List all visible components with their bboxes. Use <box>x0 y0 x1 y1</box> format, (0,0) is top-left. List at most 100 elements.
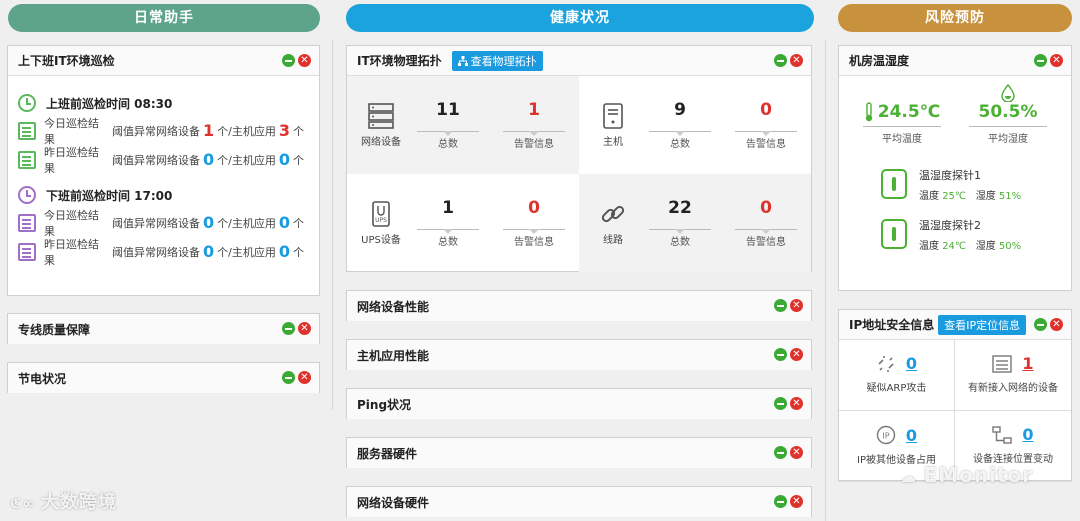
abnormal-network-count[interactable]: 0 <box>203 150 214 169</box>
risk-column: 风险预防 <box>830 0 1080 32</box>
network-hardware-panel[interactable]: 网络设备硬件 ✕ <box>346 486 812 517</box>
daily-assistant-column: 日常助手 <box>0 0 328 32</box>
clock-icon <box>18 186 36 204</box>
abnormal-app-count[interactable]: 0 <box>279 150 290 169</box>
close-icon[interactable]: ✕ <box>298 371 311 384</box>
link-icon <box>601 205 625 222</box>
topology-panel-header: IT环境物理拓扑 查看物理拓扑 ✕ <box>347 46 811 76</box>
probe-1[interactable]: 温湿度探针1 温度 25℃ 湿度 51% <box>839 159 1071 209</box>
close-icon[interactable]: ✕ <box>790 495 803 508</box>
watermark-right: ☁ EMonitor <box>900 463 1034 487</box>
evening-today-result: 今日巡检结果 阈值异常网络设备 0 个/主机应用 0 个 <box>18 208 309 238</box>
clock-icon <box>18 94 36 112</box>
host-app-performance-panel[interactable]: 主机应用性能 ✕ <box>346 339 812 370</box>
ip-security-header: IP地址安全信息 查看IP定位信息 ✕ <box>839 310 1071 340</box>
ups-icon: UPS <box>372 200 390 227</box>
close-icon[interactable]: ✕ <box>790 54 803 67</box>
abnormal-network-count[interactable]: 0 <box>203 242 214 261</box>
ip-security-panel: IP地址安全信息 查看IP定位信息 ✕ 0 疑似ARP攻击 1 有新接入网络的设… <box>838 309 1072 482</box>
network-performance-panel[interactable]: 网络设备性能 ✕ <box>346 290 812 321</box>
abnormal-app-count[interactable]: 3 <box>279 121 290 140</box>
morning-inspection-title: 上班前巡检时间 08:30 <box>18 90 309 116</box>
minimize-icon[interactable] <box>1034 54 1047 67</box>
thermometer-icon <box>865 102 872 122</box>
abnormal-network-count[interactable]: 0 <box>203 213 214 232</box>
panel-title: 主机应用性能 <box>357 348 430 363</box>
host-icon <box>603 102 623 129</box>
minimize-icon[interactable] <box>282 371 295 384</box>
panel-title: 网络设备硬件 <box>357 495 430 510</box>
evening-yesterday-result: 昨日巡检结果 阈值异常网络设备 0 个/主机应用 0 个 <box>18 237 309 267</box>
close-icon[interactable]: ✕ <box>298 54 311 67</box>
water-drop-icon <box>1001 83 1015 103</box>
minimize-icon[interactable] <box>774 54 787 67</box>
abnormal-app-count[interactable]: 0 <box>279 242 290 261</box>
server-hardware-panel[interactable]: 服务器硬件 ✕ <box>346 437 812 468</box>
evening-inspection-title: 下班前巡检时间 17:00 <box>18 182 309 208</box>
morning-yesterday-result: 昨日巡检结果 阈值异常网络设备 0 个/主机应用 0 个 <box>18 145 309 175</box>
panel-title: 服务器硬件 <box>357 446 418 461</box>
topology-icon <box>457 55 468 66</box>
topology-panel-title: IT环境物理拓扑 <box>357 54 442 68</box>
power-saving-panel[interactable]: 节电状况 ✕ <box>7 362 320 393</box>
svg-text:IP: IP <box>882 432 889 441</box>
ip-security-title: IP地址安全信息 <box>849 318 935 332</box>
minimize-icon[interactable] <box>282 54 295 67</box>
broken-link-icon <box>878 355 894 372</box>
close-icon[interactable]: ✕ <box>790 446 803 459</box>
minimize-icon[interactable] <box>1034 318 1047 331</box>
server-icon <box>368 102 394 129</box>
ip-icon: IP <box>876 425 896 445</box>
ping-status-panel[interactable]: Ping状况 ✕ <box>346 388 812 419</box>
abnormal-network-count[interactable]: 1 <box>203 121 214 140</box>
daily-assistant-header: 日常助手 <box>8 4 320 32</box>
report-icon <box>18 121 36 140</box>
panel-title: 专线质量保障 <box>18 322 91 337</box>
panel-title: Ping状况 <box>357 397 412 412</box>
view-ip-location-button[interactable]: 查看IP定位信息 <box>938 314 1027 335</box>
new-device-cell[interactable]: 1 有新接入网络的设备 <box>955 340 1071 411</box>
close-icon[interactable]: ✕ <box>790 397 803 410</box>
report-icon <box>18 242 36 261</box>
room-temp-panel: 机房温湿度 ✕ 24.5℃ 平均温度 50.5% 平均湿度 温湿度探针1 温度 … <box>838 45 1072 291</box>
minimize-icon[interactable] <box>282 322 295 335</box>
abnormal-app-count[interactable]: 0 <box>279 213 290 232</box>
column-divider <box>332 40 333 410</box>
host-cell[interactable]: 主机 9 总数 0 告警信息 <box>579 76 811 174</box>
arp-attack-cell[interactable]: 0 疑似ARP攻击 <box>839 340 955 411</box>
minimize-icon[interactable] <box>774 299 787 312</box>
avg-humidity: 50.5% 平均湿度 <box>963 83 1053 145</box>
minimize-icon[interactable] <box>774 348 787 361</box>
inspection-panel-header: 上下班IT环境巡检 ✕ <box>8 46 319 76</box>
minimize-icon[interactable] <box>774 397 787 410</box>
room-temp-title: 机房温湿度 <box>849 54 910 68</box>
probe-icon <box>881 169 907 199</box>
close-icon[interactable]: ✕ <box>1050 318 1063 331</box>
inspection-panel-title: 上下班IT环境巡检 <box>18 54 115 68</box>
health-header: 健康状况 <box>346 4 814 32</box>
device-list-icon <box>992 354 1013 373</box>
minimize-icon[interactable] <box>774 446 787 459</box>
close-icon[interactable]: ✕ <box>790 299 803 312</box>
room-temp-panel-header: 机房温湿度 ✕ <box>839 46 1071 76</box>
close-icon[interactable]: ✕ <box>790 348 803 361</box>
network-device-cell[interactable]: 网络设备 11 总数 1 告警信息 <box>347 76 579 174</box>
probe-icon <box>881 219 907 249</box>
panel-title: 网络设备性能 <box>357 299 430 314</box>
close-icon[interactable]: ✕ <box>298 322 311 335</box>
close-icon[interactable]: ✕ <box>1050 54 1063 67</box>
minimize-icon[interactable] <box>774 495 787 508</box>
view-topology-button[interactable]: 查看物理拓扑 <box>451 50 543 71</box>
risk-header: 风险预防 <box>838 4 1072 32</box>
svg-text:UPS: UPS <box>375 217 387 224</box>
report-icon <box>18 150 36 169</box>
probe-2[interactable]: 温湿度探针2 温度 24℃ 湿度 50% <box>839 209 1071 259</box>
health-column: 健康状况 <box>338 0 822 32</box>
network-change-icon <box>992 425 1013 444</box>
ups-cell[interactable]: UPS UPS设备 1 总数 0 告警信息 <box>347 174 579 272</box>
link-cell[interactable]: 线路 22 总数 0 告警信息 <box>579 174 811 272</box>
line-quality-panel[interactable]: 专线质量保障 ✕ <box>7 313 320 344</box>
inspection-panel: 上下班IT环境巡检 ✕ 上班前巡检时间 08:30 今日巡检结果 阈值异常网络设… <box>7 45 320 296</box>
panel-title: 节电状况 <box>18 371 67 386</box>
column-divider <box>825 40 826 521</box>
